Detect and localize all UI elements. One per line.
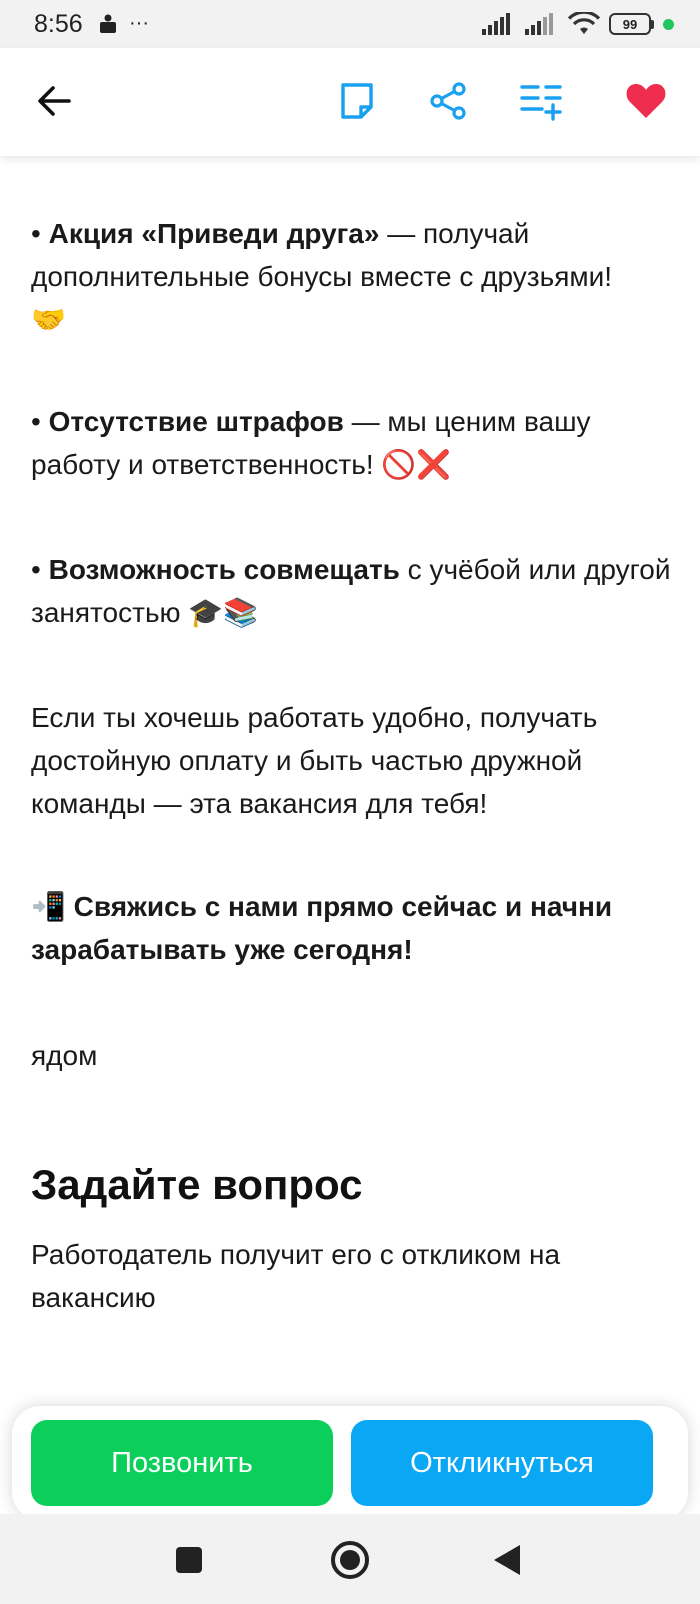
back-triangle-icon[interactable] — [494, 1545, 520, 1575]
battery-level: 99 — [609, 13, 651, 35]
signal-icon-2 — [525, 13, 553, 35]
status-green-dot — [663, 18, 674, 30]
home-circle-icon[interactable] — [331, 1541, 369, 1579]
closing-paragraph: Если ты хочешь работать удобно, получать… — [31, 702, 598, 819]
cta-paragraph: 📲 Свяжись с нами прямо сейчас и начни за… — [31, 885, 671, 971]
call-button[interactable]: Позвонить — [31, 1420, 333, 1506]
heart-icon[interactable] — [622, 77, 670, 125]
phone-emoji: 📲 — [31, 890, 66, 923]
apply-button[interactable]: Откликнуться — [351, 1420, 653, 1506]
share-icon[interactable] — [424, 77, 472, 125]
ask-question-subtitle: Работодатель получит его с откликом на в… — [31, 1239, 561, 1313]
promo-bold: Акция «Приведи друга» — [48, 218, 380, 249]
ask-question-title: Задайте вопрос — [31, 1161, 363, 1208]
status-time: 8:56 — [34, 10, 83, 38]
tail-text: ядом — [31, 1040, 98, 1071]
add-to-list-icon[interactable] — [517, 77, 565, 125]
bottom-action-card: Позвонить Откликнуться — [12, 1406, 688, 1520]
signal-icon — [482, 13, 510, 35]
cta-text: Свяжись с нами прямо сейчас и начни зара… — [31, 891, 613, 965]
status-bar: 8:56 ··· 99 — [0, 0, 700, 48]
status-more-indicator: ··· — [129, 12, 149, 34]
status-system-icons: 99 — [482, 12, 674, 36]
top-app-bar — [0, 48, 700, 156]
notification-app-icon — [100, 14, 116, 33]
note-icon[interactable] — [333, 77, 381, 125]
combine-bold: Возможность совмещать — [48, 554, 400, 585]
no-fines-bold: Отсутствие штрафов — [48, 406, 344, 437]
status-notification-icons: ··· — [97, 12, 149, 35]
handshake-emoji: 🤝 — [31, 303, 66, 336]
study-emoji: 🎓📚 — [188, 596, 259, 629]
bullet: • — [31, 406, 41, 437]
system-navigation-bar — [0, 1514, 700, 1604]
back-arrow-icon[interactable] — [30, 77, 78, 125]
recents-square-icon[interactable] — [176, 1547, 202, 1573]
bullet: • — [31, 554, 41, 585]
battery-indicator: 99 — [609, 13, 654, 35]
promo-paragraph: • Акция «Приведи друга» — получай дополн… — [31, 212, 671, 341]
no-fines-paragraph: • Отсутствие штрафов — мы ценим вашу раб… — [31, 400, 671, 486]
wifi-icon — [568, 12, 600, 34]
combine-paragraph: • Возможность совмещать с учёбой или дру… — [31, 548, 671, 634]
no-fines-emoji: 🚫❌ — [381, 448, 452, 481]
bullet: • — [31, 218, 41, 249]
